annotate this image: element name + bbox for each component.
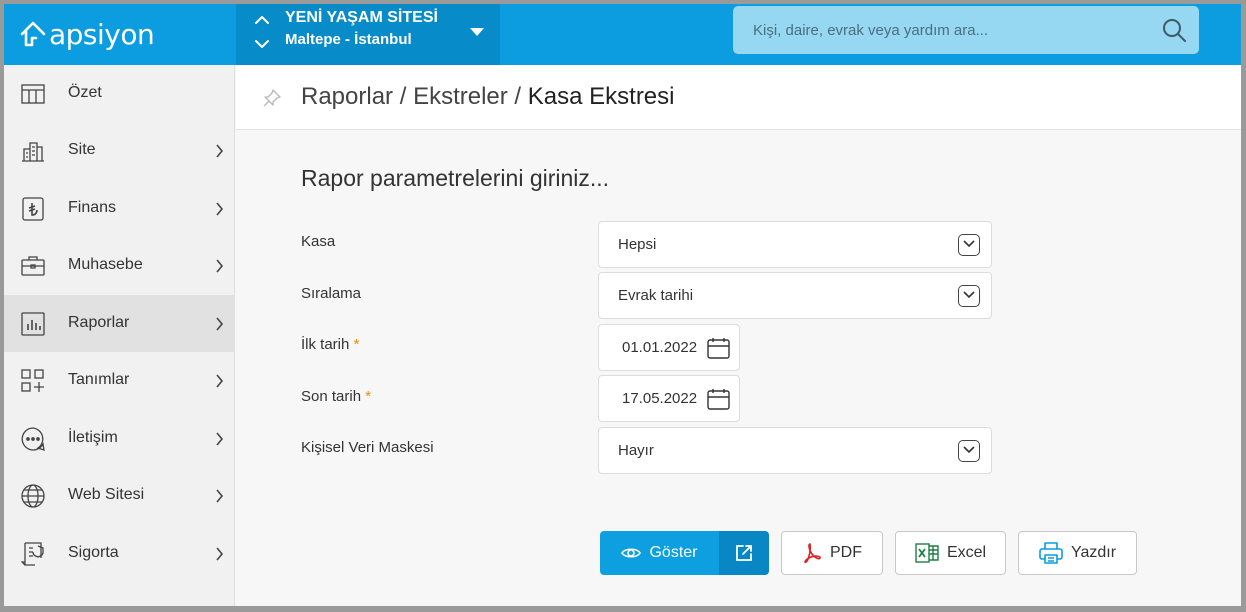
house-logo-icon (20, 21, 46, 47)
son-tarih-label: Son tarih * (301, 388, 371, 405)
lira-icon (22, 197, 44, 221)
sidebar-item-sigorta[interactable]: Sigorta (4, 525, 235, 582)
caret-down-icon (470, 28, 484, 36)
chevron-down-icon[interactable] (958, 285, 980, 307)
page-header: Raporlar / Ekstreler / Kasa Ekstresi (236, 65, 1241, 130)
site-location: Maltepe - İstanbul (285, 31, 412, 48)
calendar-icon[interactable] (707, 337, 730, 359)
chevron-right-icon (216, 489, 224, 503)
kasa-value: Hepsi (618, 236, 657, 253)
chevron-down-icon[interactable] (958, 234, 980, 256)
globe-icon (21, 484, 45, 508)
veri-maskesi-select[interactable]: Hayır (598, 427, 992, 474)
open-external-button[interactable] (719, 531, 769, 575)
top-bar: apsiyon YENİ YAŞAM SİTESİ Maltepe - İsta… (4, 4, 1241, 65)
bar-chart-icon (21, 312, 45, 336)
sidebar: Özet Site Finans Muhasebe Raporlar Tanım… (4, 65, 235, 606)
print-button-label: Yazdır (1070, 544, 1117, 561)
sidebar-item-label: Sigorta (68, 544, 119, 561)
ilk-tarih-value: 01.01.2022 (622, 339, 698, 356)
breadcrumb-ekstreler[interactable]: Ekstreler (413, 83, 508, 110)
sidebar-item-label: Tanımlar (68, 371, 130, 388)
chevron-right-icon (216, 317, 224, 331)
briefcase-icon (21, 256, 45, 276)
sidebar-item-ozet[interactable]: Özet (4, 65, 235, 122)
son-tarih-value: 17.05.2022 (622, 390, 698, 407)
siralama-label: Sıralama (301, 285, 362, 302)
required-mark: * (353, 336, 360, 353)
veri-maskesi-value: Hayır (618, 442, 654, 459)
chevron-right-icon (216, 374, 224, 388)
insurance-doc-icon (21, 542, 44, 566)
pdf-button-label: PDF (830, 544, 862, 561)
chevron-right-icon (216, 547, 224, 561)
excel-button[interactable]: Excel (895, 531, 1006, 575)
sidebar-item-label: Web Sitesi (68, 486, 145, 503)
app-window: apsiyon YENİ YAŞAM SİTESİ Maltepe - İsta… (4, 4, 1241, 606)
sidebar-item-site[interactable]: Site (4, 122, 235, 179)
chevron-right-icon (216, 202, 224, 216)
son-tarih-field[interactable]: 17.05.2022 (598, 375, 740, 422)
search-input[interactable] (733, 6, 1153, 54)
chat-bubble-icon (21, 427, 45, 451)
calendar-icon[interactable] (707, 388, 730, 410)
chevron-right-icon (216, 259, 224, 273)
logo[interactable]: apsiyon (18, 12, 155, 56)
breadcrumb-current: Kasa Ekstresi (527, 83, 675, 110)
excel-icon (915, 543, 939, 563)
search-box (733, 6, 1199, 54)
breadcrumb-separator: / (514, 83, 522, 110)
chevron-right-icon (216, 144, 224, 158)
external-link-icon (736, 545, 752, 561)
ilk-tarih-label-text: İlk tarih (301, 336, 350, 353)
excel-button-label: Excel (946, 544, 987, 561)
sidebar-item-label: Muhasebe (68, 256, 143, 273)
site-switcher[interactable]: YENİ YAŞAM SİTESİ Maltepe - İstanbul (236, 4, 500, 65)
search-icon[interactable] (1161, 17, 1187, 43)
show-button[interactable]: Göster (600, 531, 719, 575)
kasa-label: Kasa (301, 233, 336, 250)
kasa-select[interactable]: Hepsi (598, 221, 992, 268)
sidebar-item-label: Özet (68, 84, 102, 101)
breadcrumb-raporlar[interactable]: Raporlar (301, 83, 393, 110)
sidebar-item-iletisim[interactable]: İletişim (4, 410, 235, 467)
show-button-label: Göster (649, 544, 698, 561)
siralama-select[interactable]: Evrak tarihi (598, 272, 992, 319)
up-down-arrows-icon (255, 16, 269, 48)
sidebar-item-label: İletişim (68, 429, 118, 446)
siralama-value: Evrak tarihi (618, 287, 694, 304)
sidebar-item-web-sitesi[interactable]: Web Sitesi (4, 467, 235, 524)
grid-plus-icon (21, 369, 44, 392)
sidebar-item-label: Raporlar (68, 314, 130, 331)
form-title: Rapor parametrelerini giriniz... (301, 165, 610, 191)
table-icon (21, 84, 45, 104)
chevron-right-icon (216, 432, 224, 446)
sidebar-item-finans[interactable]: Finans (4, 180, 235, 237)
sidebar-item-tanimlar[interactable]: Tanımlar (4, 352, 235, 409)
breadcrumb-separator: / (399, 83, 407, 110)
chevron-down-icon[interactable] (958, 440, 980, 462)
pdf-button[interactable]: PDF (781, 531, 883, 575)
site-name: YENİ YAŞAM SİTESİ (285, 9, 438, 26)
logo-text: apsiyon (49, 17, 155, 51)
sidebar-item-muhasebe[interactable]: Muhasebe (4, 237, 235, 294)
ilk-tarih-field[interactable]: 01.01.2022 (598, 324, 740, 371)
eye-icon (621, 548, 642, 558)
buildings-icon (22, 142, 44, 162)
pdf-icon (804, 543, 821, 563)
print-button[interactable]: Yazdır (1018, 531, 1137, 575)
sidebar-item-label: Site (68, 141, 96, 158)
printer-icon (1039, 542, 1063, 564)
son-tarih-label-text: Son tarih (301, 388, 362, 405)
ilk-tarih-label: İlk tarih * (301, 336, 359, 353)
pin-icon[interactable] (262, 88, 282, 108)
sidebar-item-raporlar[interactable]: Raporlar (4, 295, 235, 352)
breadcrumb: Raporlar / Ekstreler / Kasa Ekstresi (301, 83, 674, 111)
sidebar-item-label: Finans (68, 199, 117, 216)
veri-maskesi-label: Kişisel Veri Maskesi (301, 439, 434, 456)
required-mark: * (365, 388, 372, 405)
